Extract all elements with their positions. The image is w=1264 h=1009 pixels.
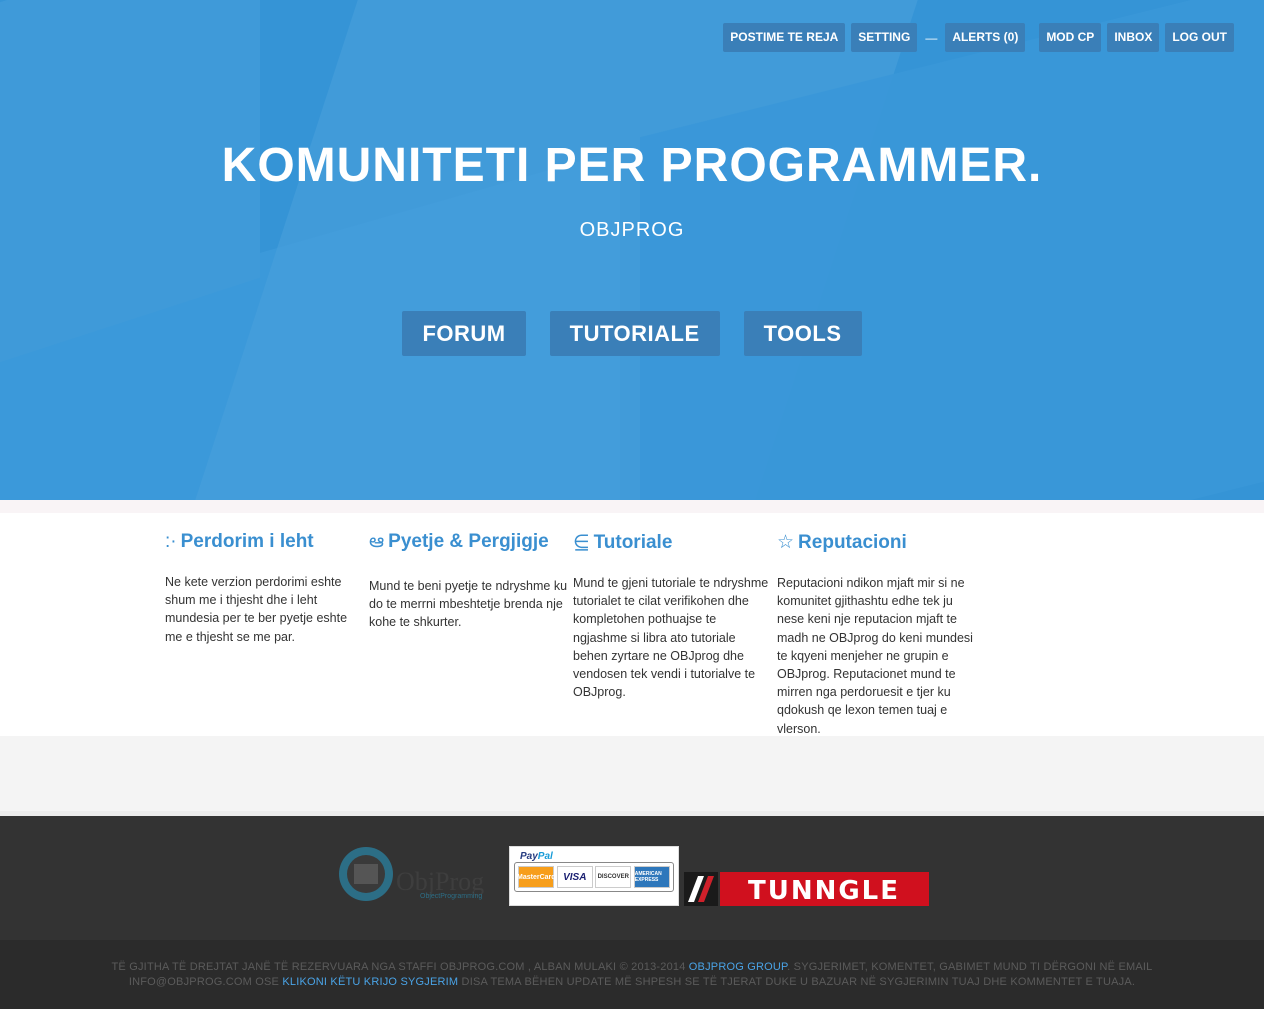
footer-text: TË GJITHA TË DREJTAT JANË TË REZERVUARA … bbox=[110, 960, 1154, 990]
feature-tutoriale: ⋸ Tutoriale Mund te gjeni tutoriale te nd… bbox=[573, 531, 773, 701]
feature-text: Ne kete verzion perdorimi eshte shum me … bbox=[165, 575, 348, 644]
create-suggestion-link[interactable]: KLIKONI KËTU KRIJO SYGJERIM bbox=[282, 976, 458, 988]
feature-title-text: Pyetje & Pergjigje bbox=[388, 531, 549, 552]
forum-button[interactable]: FORUM bbox=[402, 311, 526, 356]
mod-cp-button[interactable]: MOD CP bbox=[1039, 23, 1102, 52]
card-logos: MasterCard VISA DISCOVER AMERICAN EXPRES… bbox=[514, 862, 674, 892]
feature-title-text: Reputacioni bbox=[798, 532, 907, 553]
inbox-button[interactable]: INBOX bbox=[1107, 23, 1160, 52]
paypal-wordmark-b: Pal bbox=[537, 851, 553, 862]
footer: TË GJITHA TË DREJTAT JANË TË REZERVUARA … bbox=[0, 940, 1264, 1009]
feature-text: Reputacioni ndikon mjaft mir si ne komun… bbox=[777, 576, 973, 736]
dots-icon: :· bbox=[165, 531, 177, 552]
feature-perdorim: :· Perdorim i leht Ne kete verzion perdor… bbox=[165, 531, 365, 646]
hero-title: KOMUNITETI PER PROGRAMMER. bbox=[221, 139, 1043, 192]
tunngle-logo[interactable]: TUNNGLE bbox=[684, 872, 929, 906]
hero-subtitle: OBJPROG bbox=[579, 219, 685, 241]
divider bbox=[0, 500, 1264, 513]
logout-button[interactable]: LOG OUT bbox=[1165, 23, 1234, 52]
feature-title: ఆ Pyetje & Pergjigje bbox=[369, 531, 569, 557]
footer-copyright: TË GJITHA TË DREJTAT JANË TË REZERVUARA … bbox=[111, 961, 686, 973]
objprog-logo-text: ObjProg bbox=[396, 867, 484, 896]
new-posts-button[interactable]: POSTIME TE REJA bbox=[723, 23, 846, 52]
objprog-logo-subtext: ObjectProgramming bbox=[420, 893, 482, 900]
nav-separator: — bbox=[925, 30, 938, 45]
feature-title-text: Tutoriale bbox=[593, 532, 673, 553]
objprog-logo[interactable]: ObjProg ObjectProgramming bbox=[338, 846, 508, 904]
visa-icon: VISA bbox=[556, 866, 593, 888]
book-icon: ⋸ bbox=[573, 532, 590, 553]
feature-title: ⋸ Tutoriale bbox=[573, 531, 773, 554]
tools-button[interactable]: TOOLS bbox=[743, 311, 862, 356]
setting-button[interactable]: SETTING bbox=[851, 23, 918, 52]
feature-title-text: Perdorim i leht bbox=[180, 531, 314, 552]
objprog-group-link[interactable]: OBJPROG GROUP bbox=[689, 961, 787, 973]
paypal-wordmark: PayPal bbox=[520, 851, 553, 862]
feature-title: :· Perdorim i leht bbox=[165, 531, 365, 553]
features-section: :· Perdorim i leht Ne kete verzion perdor… bbox=[0, 513, 1264, 736]
top-navigation: POSTIME TE REJA SETTING — ALERTS (0) MOD… bbox=[723, 23, 1234, 52]
paypal-logo[interactable]: PayPal MasterCard VISA DISCOVER AMERICAN… bbox=[509, 846, 679, 906]
paypal-wordmark-a: Pay bbox=[520, 851, 538, 862]
discover-icon: DISCOVER bbox=[595, 866, 632, 888]
star-icon: ☆ bbox=[777, 532, 795, 553]
alerts-button[interactable]: ALERTS (0) bbox=[945, 23, 1026, 52]
chat-icon: ఆ bbox=[369, 531, 385, 552]
feature-reputacioni: ☆ Reputacioni Reputacioni ndikon mjaft mi… bbox=[777, 531, 977, 738]
hero-buttons: FORUM TUTORIALE TOOLS bbox=[0, 311, 1264, 356]
feature-title: ☆ Reputacioni bbox=[777, 531, 977, 554]
feature-text: Mund te gjeni tutoriale te ndryshme tuto… bbox=[573, 576, 769, 700]
amex-icon: AMERICAN EXPRESS bbox=[633, 866, 670, 888]
footer-update-text: DISA TEMA BËHEN UPDATE MË SHPESH SE TË T… bbox=[461, 976, 1136, 988]
feature-text: Mund te beni pyetje te ndryshme ku do te… bbox=[369, 579, 568, 630]
empty-band bbox=[0, 736, 1264, 811]
tunngle-logo-text: TUNNGLE bbox=[748, 876, 900, 906]
tutoriale-button[interactable]: TUTORIALE bbox=[549, 311, 720, 356]
mastercard-icon: MasterCard bbox=[517, 866, 556, 888]
hero-section: POSTIME TE REJA SETTING — ALERTS (0) MOD… bbox=[0, 0, 1264, 500]
partner-logos: ObjProg ObjectProgramming PayPal MasterC… bbox=[0, 816, 1264, 940]
feature-pyetje: ఆ Pyetje & Pergjigje Mund te beni pyetje … bbox=[369, 531, 569, 632]
